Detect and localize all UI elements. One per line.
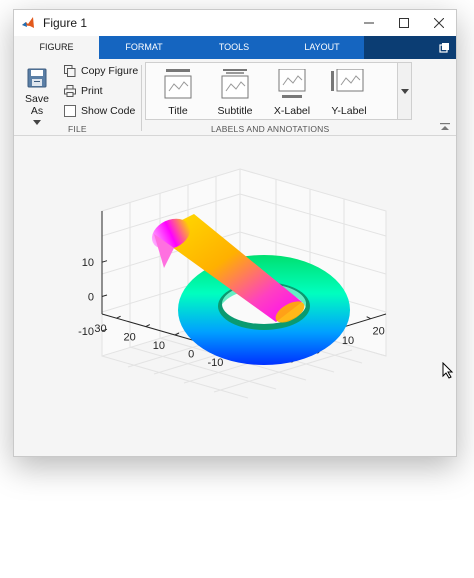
copy-figure-label: Copy Figure [81,65,139,77]
close-icon [433,18,444,28]
y-tick-label: 30 [94,323,106,335]
xlabel-icon [278,69,306,98]
xlabel-label: X-Label [273,105,311,117]
minimize-button[interactable] [351,10,386,36]
show-code-checkbox[interactable]: Show Code [64,105,135,117]
subtitle-icon [221,69,249,99]
window-controls [351,10,456,36]
chevron-down-icon [33,120,41,125]
ylabel-label: Y-Label [331,105,367,117]
matlab-logo-icon [22,17,34,28]
y-tick-label: 20 [124,332,136,344]
x-tick-label: 20 [373,326,385,338]
undock-icon[interactable] [439,42,450,53]
toolstrip-ribbon: Save As Copy Figure Print Show Code FILE [14,59,456,136]
title-label: Title [168,105,188,117]
subtitle-button[interactable]: Subtitle [207,63,263,121]
toolstrip-tabs: FIGURE FORMAT TOOLS LAYOUT [14,36,456,59]
show-code-label: Show Code [81,105,136,117]
x-tick-label: 10 [342,335,354,347]
title-icon [164,69,192,99]
subtitle-label: Subtitle [217,105,253,117]
chevron-down-icon [401,89,409,94]
z-tick-label: 0 [88,292,94,304]
copy-figure-button[interactable]: Copy Figure [64,65,138,77]
labels-panel-label: LABELS AND ANNOTATIONS [211,124,330,134]
window-title: Figure 1 [43,16,88,30]
tab-format[interactable]: FORMAT [104,36,184,59]
z-tick-label: -10 [78,326,94,338]
printer-icon [64,85,76,97]
ylabel-icon [331,69,364,92]
gallery-expand-button[interactable] [398,62,412,120]
figure-canvas: -10010-100102030-1001020 [14,136,457,457]
axes-3d[interactable]: -10010-100102030-1001020 [14,136,457,457]
title-bar: Figure 1 [14,10,456,36]
close-button[interactable] [421,10,456,36]
tab-layout[interactable]: LAYOUT [282,36,362,59]
minimize-icon [363,22,374,24]
xlabel-button[interactable]: X-Label [264,63,320,121]
save-as-button[interactable]: Save As [18,67,56,126]
maximize-icon [398,18,409,28]
z-tick-label: 10 [82,257,94,269]
mouse-cursor-icon [442,362,454,379]
save-as-label: Save As [25,93,49,117]
file-panel-label: FILE [68,124,87,134]
print-button[interactable]: Print [64,85,103,97]
tab-tools[interactable]: TOOLS [194,36,274,59]
y-tick-label: 0 [188,348,194,360]
ylabel-button[interactable]: Y-Label [321,63,377,121]
panel-separator [141,65,142,131]
maximize-button[interactable] [386,10,421,36]
checkbox-icon [64,105,76,117]
save-icon [27,68,47,88]
collapse-toolstrip-icon[interactable] [440,123,450,131]
tab-figure[interactable]: FIGURE [14,36,99,59]
title-button[interactable]: Title [150,63,206,121]
y-tick-label: -10 [207,357,223,369]
labels-gallery: Title Subtitle X-Label Y-Label [145,62,398,120]
copy-icon [64,65,76,77]
print-label: Print [81,85,103,97]
y-tick-label: 10 [153,340,165,352]
figure-window: Figure 1 FIGURE FORMAT TOOLS LAYOUT Save… [13,9,457,457]
